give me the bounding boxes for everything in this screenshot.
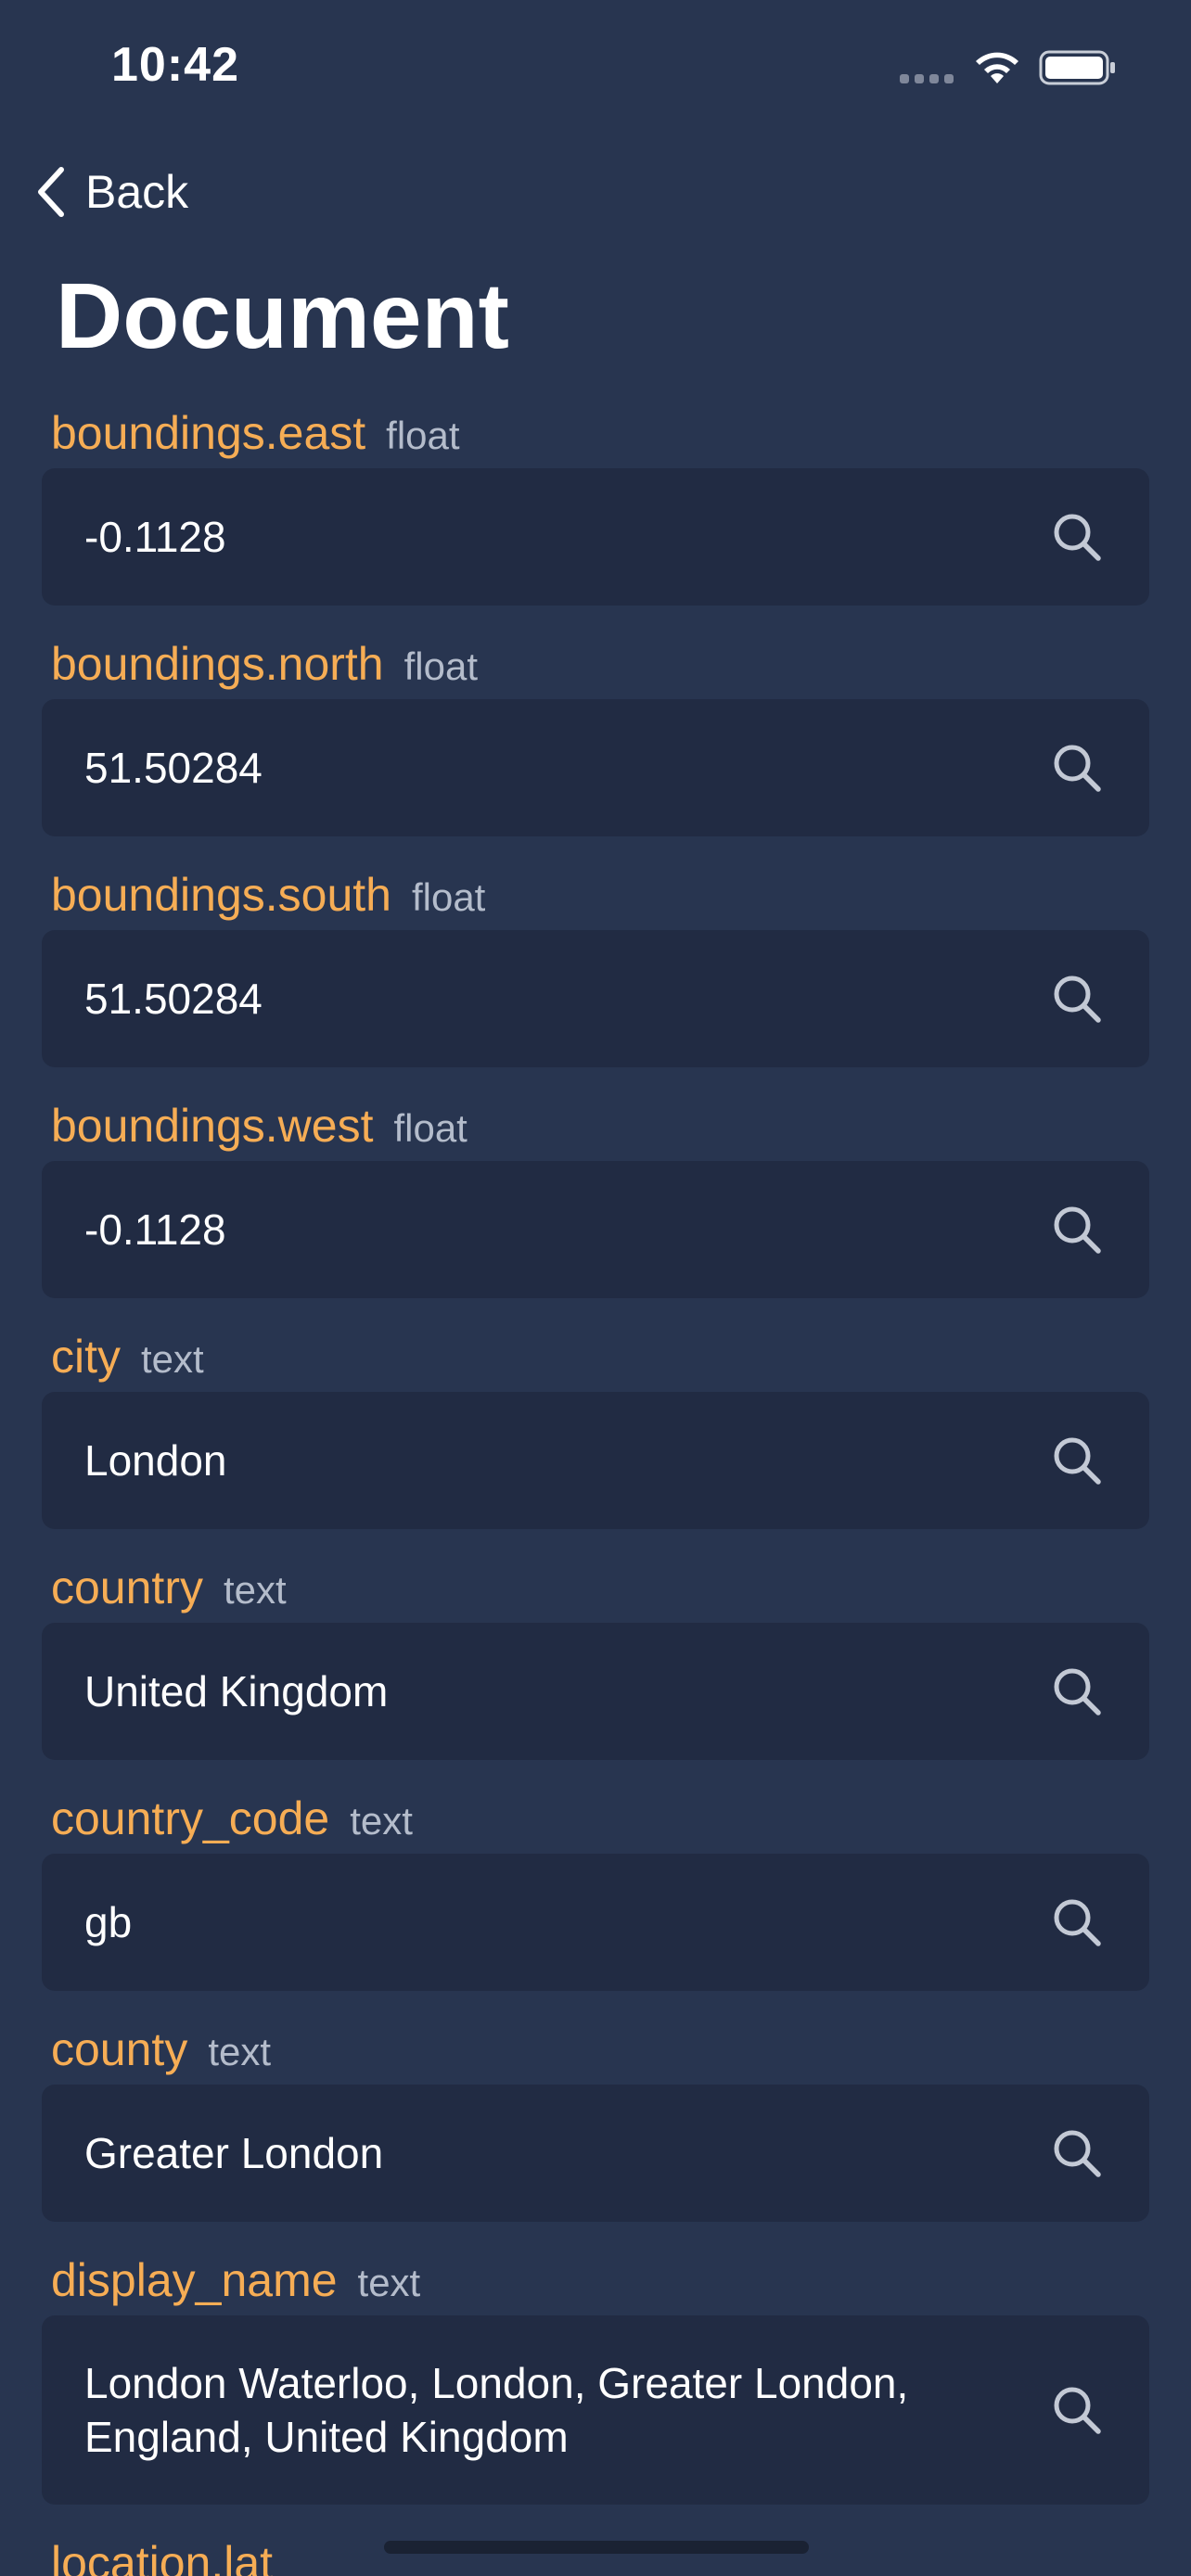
field-key: city [51, 1331, 121, 1383]
screen: 10:42 Back Document boundings.east float [0, 0, 1191, 2576]
field-header: country_code text [0, 1784, 1191, 1854]
field-header: boundings.north float [0, 630, 1191, 699]
field-value-box[interactable]: 51.50284 [42, 930, 1149, 1067]
field-value-box[interactable]: 51.50284 [42, 699, 1149, 836]
field-header: county text [0, 2015, 1191, 2085]
search-icon[interactable] [1051, 2384, 1103, 2436]
field-value-box[interactable]: gb [42, 1854, 1149, 1991]
signal-icon [900, 74, 954, 83]
field-value: 51.50284 [84, 975, 263, 1023]
field-type: text [350, 1799, 413, 1843]
wifi-icon [976, 52, 1018, 83]
field-type: float [403, 644, 479, 688]
status-bar: 10:42 [0, 0, 1191, 130]
field-type: text [208, 2030, 272, 2073]
field-key: boundings.south [51, 869, 391, 921]
field-type: text [357, 2261, 421, 2304]
field-value-box[interactable]: Greater London [42, 2085, 1149, 2222]
search-icon[interactable] [1051, 742, 1103, 794]
field-value: 51.50284 [84, 744, 263, 792]
field-value: -0.1128 [84, 513, 226, 561]
field-key: boundings.north [51, 638, 384, 690]
search-icon[interactable] [1051, 973, 1103, 1025]
field-value: -0.1128 [84, 1205, 226, 1254]
field-value: Greater London [84, 2129, 384, 2177]
field-type: float [411, 875, 486, 919]
battery-icon [1039, 50, 1115, 85]
back-button[interactable]: Back [33, 161, 188, 223]
field-value-box[interactable]: -0.1128 [42, 1161, 1149, 1298]
field-item: county text Greater London [0, 2015, 1191, 2222]
field-key: display_name [51, 2254, 338, 2306]
field-key: boundings.west [51, 1100, 374, 1152]
field-value: London [84, 1436, 227, 1485]
field-header: city text [0, 1322, 1191, 1392]
field-value-box[interactable]: United Kingdom [42, 1623, 1149, 1760]
field-key: location.lat [51, 2537, 274, 2576]
field-value: London Waterloo, London, Greater London,… [84, 2359, 909, 2461]
field-type: float [393, 1106, 467, 1150]
field-type: text [141, 1337, 204, 1381]
field-value-box[interactable]: London [42, 1392, 1149, 1529]
field-value-box[interactable]: -0.1128 [42, 468, 1149, 606]
field-header: boundings.south float [0, 861, 1191, 930]
field-header: boundings.west float [0, 1091, 1191, 1161]
field-key: country [51, 1562, 203, 1613]
back-label: Back [85, 166, 189, 218]
field-item: boundings.north float 51.50284 [0, 630, 1191, 836]
search-icon[interactable] [1051, 511, 1103, 563]
search-icon[interactable] [1051, 1896, 1103, 1948]
search-icon[interactable] [1051, 2127, 1103, 2179]
field-list: boundings.east float -0.1128 boundings.n… [0, 399, 1191, 2576]
field-key: country_code [51, 1792, 330, 1844]
field-item: boundings.west float -0.1128 [0, 1091, 1191, 1298]
home-indicator [384, 2541, 809, 2554]
field-key: boundings.east [51, 407, 366, 459]
page-title: Document [56, 264, 509, 368]
field-item: boundings.south float 51.50284 [0, 861, 1191, 1067]
field-header: display_name text [0, 2246, 1191, 2315]
field-header: boundings.east float [0, 399, 1191, 468]
field-item: country text United Kingdom [0, 1553, 1191, 1760]
search-icon[interactable] [1051, 1665, 1103, 1717]
chevron-left-icon [38, 167, 64, 217]
field-type: text [223, 1568, 287, 1612]
field-value: gb [84, 1898, 133, 1946]
field-item: display_name text London Waterloo, Londo… [0, 2246, 1191, 2505]
status-time: 10:42 [111, 38, 239, 92]
field-key: county [51, 2023, 188, 2075]
field-header: country text [0, 1553, 1191, 1623]
field-item: city text London [0, 1322, 1191, 1529]
field-value: United Kingdom [84, 1667, 389, 1715]
field-type: float [386, 414, 460, 457]
field-item: boundings.east float -0.1128 [0, 399, 1191, 606]
field-item: country_code text gb [0, 1784, 1191, 1991]
field-value-box[interactable]: London Waterloo, London, Greater London,… [42, 2315, 1149, 2505]
search-icon[interactable] [1051, 1435, 1103, 1486]
search-icon[interactable] [1051, 1204, 1103, 1256]
